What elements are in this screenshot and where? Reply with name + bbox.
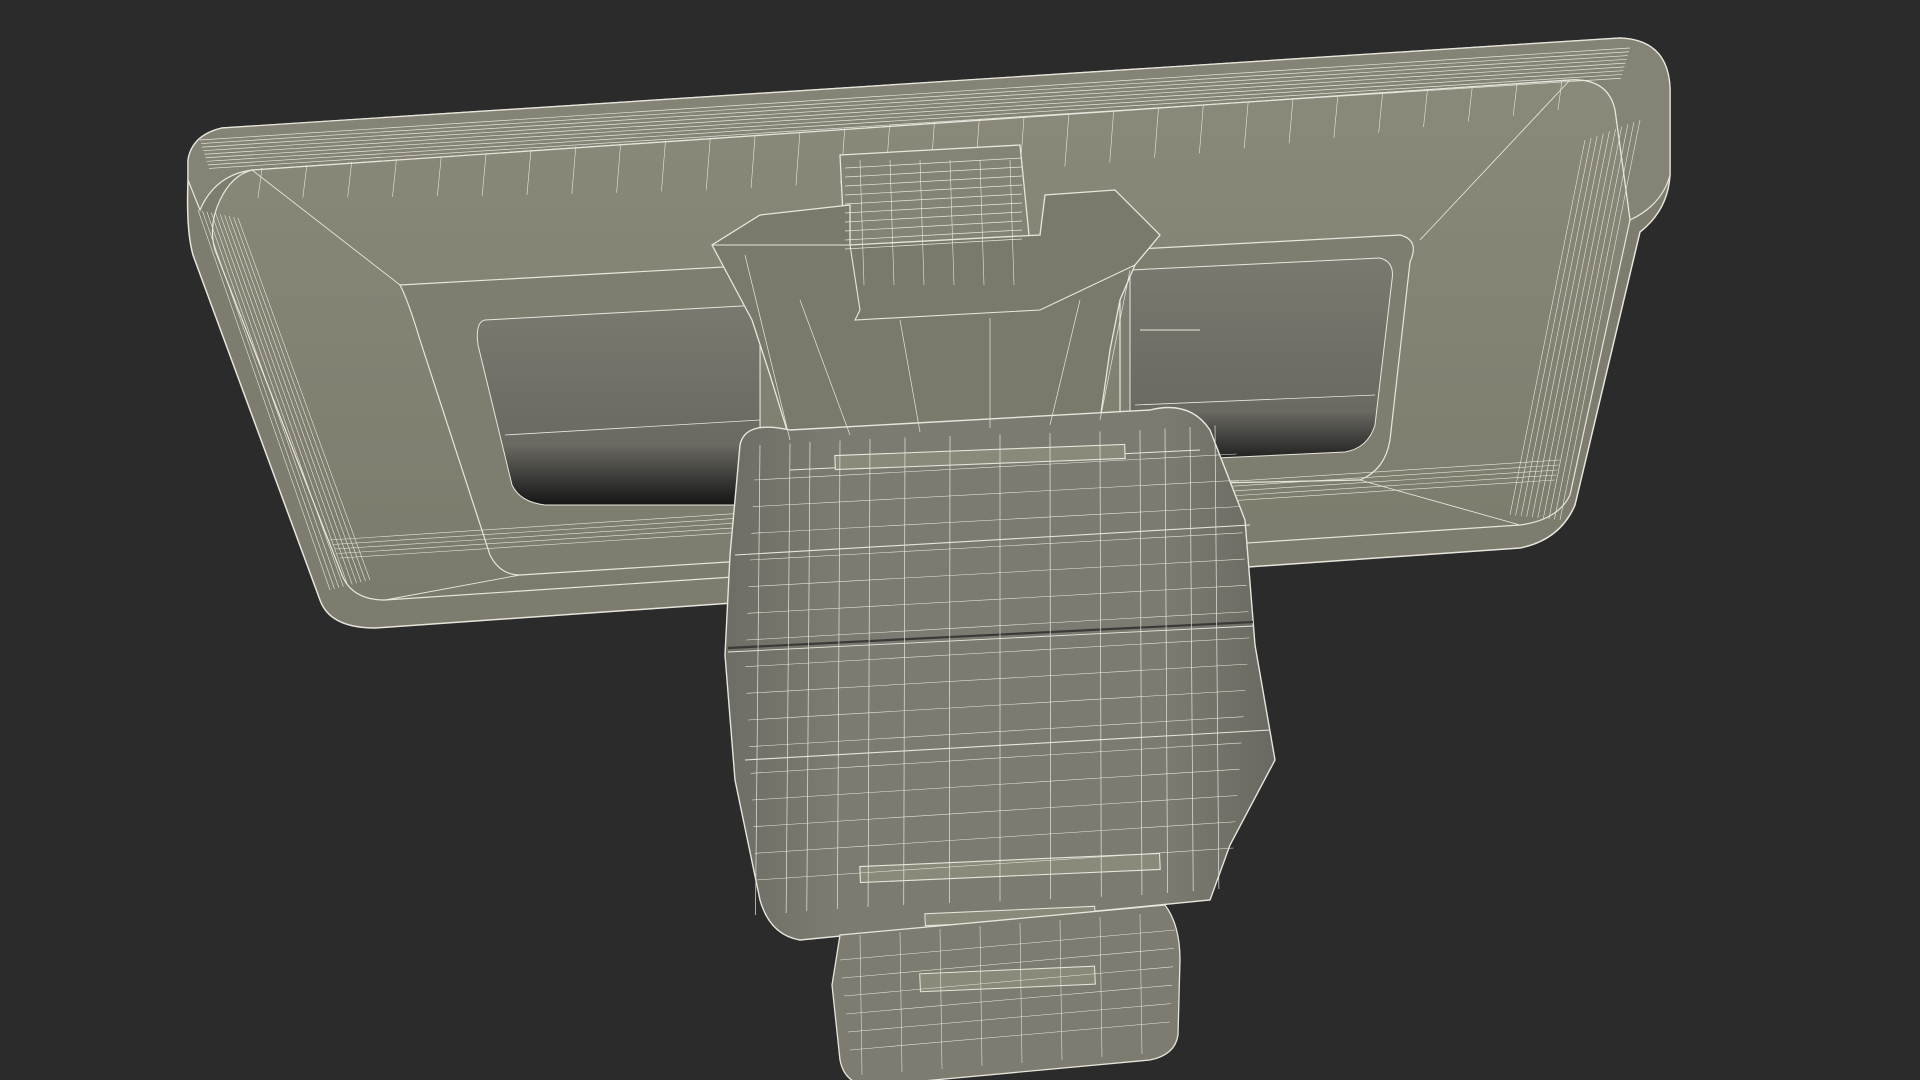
wireframe-render — [186, 37, 1671, 1080]
3d-viewport[interactable] — [0, 0, 1920, 1080]
recess-left — [476, 304, 761, 506]
